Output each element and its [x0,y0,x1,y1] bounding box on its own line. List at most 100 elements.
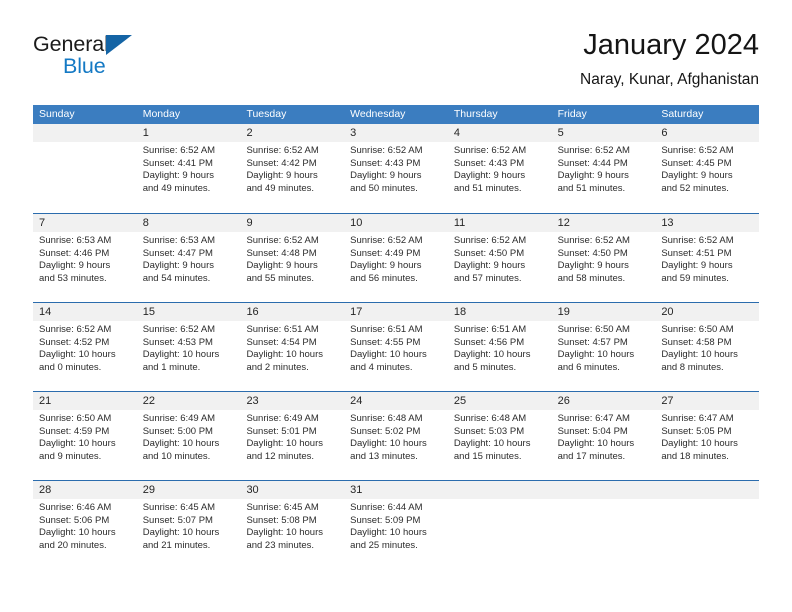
day-cell[interactable]: 22 Sunrise: 6:49 AM Sunset: 5:00 PM Dayligh… [137,392,241,480]
day-cell[interactable]: 5 Sunrise: 6:52 AM Sunset: 4:44 PM Daylight… [552,124,656,213]
day-detail-line: and 52 minutes. [661,182,729,194]
day-cell[interactable]: 13 Sunrise: 6:52 AM Sunset: 4:51 PM Dayligh… [655,214,759,302]
day-detail-lines: Sunrise: 6:50 AM Sunset: 4:59 PM Daylight:… [39,413,134,463]
day-cell[interactable]: 3 Sunrise: 6:52 AM Sunset: 4:43 PM Daylight… [344,124,448,213]
weekday-header-monday: Monday [142,108,181,120]
day-detail-line: Daylight: 10 hours [557,438,635,450]
day-detail-line: Sunset: 4:45 PM [661,157,732,169]
day-detail-line: Daylight: 10 hours [350,527,427,539]
day-number: 9 [246,217,253,229]
day-cell-empty [552,481,656,569]
day-cell[interactable]: 28 Sunrise: 6:46 AM Sunset: 5:06 PM Dayligh… [33,481,137,569]
day-detail-line: and 20 minutes. [39,539,107,551]
day-detail-line: Daylight: 10 hours [661,349,738,361]
day-cell[interactable]: 14 Sunrise: 6:52 AM Sunset: 4:52 PM Dayligh… [33,303,137,391]
day-number: 29 [142,484,155,496]
day-number: 26 [557,395,570,407]
day-detail-line: Sunrise: 6:52 AM [142,145,216,156]
day-detail-lines: Sunrise: 6:52 AM Sunset: 4:42 PM Daylight:… [246,145,341,195]
day-detail-lines: Sunrise: 6:51 AM Sunset: 4:56 PM Daylight:… [454,324,549,374]
day-detail-line: Sunrise: 6:52 AM [142,324,216,335]
weekday-header-wednesday: Wednesday [350,108,406,120]
day-cell[interactable]: 30 Sunrise: 6:45 AM Sunset: 5:08 PM Dayligh… [240,481,344,569]
page-header: General Blue January 2024 Naray, Kunar, … [33,28,759,98]
day-cell[interactable]: 10 Sunrise: 6:52 AM Sunset: 4:49 PM Dayligh… [344,214,448,302]
day-detail-line: Sunrise: 6:49 AM [142,413,216,424]
day-detail-line: and 12 minutes. [246,450,315,462]
day-cell[interactable]: 1 Sunrise: 6:52 AM Sunset: 4:41 PM Daylight… [137,124,241,213]
day-detail-line: and 50 minutes. [350,182,418,194]
day-cell[interactable]: 16 Sunrise: 6:51 AM Sunset: 4:54 PM Dayligh… [240,303,344,391]
day-detail-line: Sunrise: 6:52 AM [246,235,319,246]
day-detail-lines: Sunrise: 6:52 AM Sunset: 4:45 PM Daylight:… [661,145,756,195]
day-cell[interactable]: 21 Sunrise: 6:50 AM Sunset: 4:59 PM Dayligh… [33,392,137,480]
week-cells: 14 Sunrise: 6:52 AM Sunset: 4:52 PM Dayligh… [33,303,759,391]
day-detail-line: Sunset: 4:58 PM [661,336,732,348]
day-detail-line: Sunset: 5:08 PM [246,514,317,526]
day-detail-lines: Sunrise: 6:52 AM Sunset: 4:51 PM Daylight:… [661,235,756,285]
day-detail-line: Sunrise: 6:52 AM [246,145,319,156]
day-detail-lines: Sunrise: 6:49 AM Sunset: 5:01 PM Daylight:… [246,413,341,463]
day-detail-line: Sunrise: 6:52 AM [661,145,734,156]
day-detail-line: and 55 minutes. [246,272,315,284]
day-detail-line: and 13 minutes. [350,450,418,462]
day-cell[interactable]: 29 Sunrise: 6:45 AM Sunset: 5:07 PM Dayligh… [137,481,241,569]
page-subtitle: Naray, Kunar, Afghanistan [580,71,759,88]
day-cell[interactable]: 27 Sunrise: 6:47 AM Sunset: 5:05 PM Dayligh… [655,392,759,480]
day-number: 16 [246,306,259,318]
day-cell[interactable]: 24 Sunrise: 6:48 AM Sunset: 5:02 PM Dayligh… [344,392,448,480]
day-detail-line: Daylight: 9 hours [246,260,318,272]
day-number: 19 [557,306,570,318]
day-cell[interactable]: 6 Sunrise: 6:52 AM Sunset: 4:45 PM Daylight… [655,124,759,213]
day-detail-line: Sunset: 4:43 PM [350,157,421,169]
day-cell[interactable]: 17 Sunrise: 6:51 AM Sunset: 4:55 PM Dayligh… [344,303,448,391]
day-cell[interactable]: 25 Sunrise: 6:48 AM Sunset: 5:03 PM Dayligh… [448,392,552,480]
day-detail-line: Daylight: 9 hours [453,170,526,182]
day-cell[interactable]: 15 Sunrise: 6:52 AM Sunset: 4:53 PM Dayligh… [137,303,241,391]
day-detail-lines: Sunrise: 6:52 AM Sunset: 4:50 PM Daylight:… [454,235,549,285]
day-number: 20 [661,306,674,318]
day-number: 12 [557,217,570,229]
day-detail-line: and 2 minutes. [246,361,309,373]
day-cell[interactable]: 20 Sunrise: 6:50 AM Sunset: 4:58 PM Dayligh… [655,303,759,391]
day-cell[interactable]: 31 Sunrise: 6:44 AM Sunset: 5:09 PM Dayligh… [344,481,448,569]
day-cell[interactable]: 26 Sunrise: 6:47 AM Sunset: 5:04 PM Dayligh… [552,392,656,480]
day-detail-line: Sunrise: 6:49 AM [246,413,319,424]
day-number: 13 [661,217,674,229]
day-detail-line: and 51 minutes. [453,182,522,194]
day-detail-line: Daylight: 9 hours [350,260,422,272]
week-cells: 28 Sunrise: 6:46 AM Sunset: 5:06 PM Dayligh… [33,481,759,569]
day-detail-line: Sunrise: 6:45 AM [142,502,216,513]
day-number: 25 [453,395,467,407]
day-cell[interactable]: 8 Sunrise: 6:53 AM Sunset: 4:47 PM Daylight… [137,214,241,302]
day-detail-line: Sunrise: 6:52 AM [453,145,527,156]
day-detail-line: and 25 minutes. [350,539,418,551]
day-detail-line: Daylight: 9 hours [350,170,422,182]
day-detail-line: Daylight: 10 hours [142,527,220,539]
day-cell[interactable]: 2 Sunrise: 6:52 AM Sunset: 4:42 PM Daylight… [240,124,344,213]
day-cell[interactable]: 19 Sunrise: 6:50 AM Sunset: 4:57 PM Dayligh… [552,303,656,391]
day-detail-line: Daylight: 10 hours [246,349,324,361]
day-cell[interactable]: 18 Sunrise: 6:51 AM Sunset: 4:56 PM Dayligh… [448,303,552,391]
day-cell[interactable]: 11 Sunrise: 6:52 AM Sunset: 4:50 PM Dayligh… [448,214,552,302]
day-detail-line: Daylight: 9 hours [142,170,215,182]
day-number: 18 [453,306,467,318]
day-detail-line: and 15 minutes. [453,450,522,462]
day-detail-line: Sunset: 4:57 PM [557,336,628,348]
day-cell[interactable]: 9 Sunrise: 6:52 AM Sunset: 4:48 PM Daylight… [240,214,344,302]
day-detail-line: and 6 minutes. [557,361,620,373]
day-cell[interactable]: 23 Sunrise: 6:49 AM Sunset: 5:01 PM Dayligh… [240,392,344,480]
day-cell[interactable]: 7 Sunrise: 6:53 AM Sunset: 4:46 PM Daylight… [33,214,137,302]
day-cell[interactable]: 12 Sunrise: 6:52 AM Sunset: 4:50 PM Dayligh… [552,214,656,302]
day-detail-lines: Sunrise: 6:52 AM Sunset: 4:50 PM Daylight:… [558,235,653,285]
day-detail-line: Sunrise: 6:50 AM [557,324,630,335]
weekday-header-saturday: Saturday [661,108,704,120]
day-detail-lines: Sunrise: 6:50 AM Sunset: 4:58 PM Daylight:… [661,324,756,374]
day-detail-line: Daylight: 10 hours [246,438,324,450]
general-blue-logo: General Blue [33,32,253,90]
day-detail-line: Daylight: 10 hours [350,438,427,450]
day-detail-lines: Sunrise: 6:51 AM Sunset: 4:55 PM Daylight:… [350,324,445,374]
day-cell[interactable]: 4 Sunrise: 6:52 AM Sunset: 4:43 PM Daylight… [448,124,552,213]
day-detail-line: Sunset: 4:49 PM [350,247,421,259]
day-detail-line: Sunset: 4:53 PM [142,336,213,348]
